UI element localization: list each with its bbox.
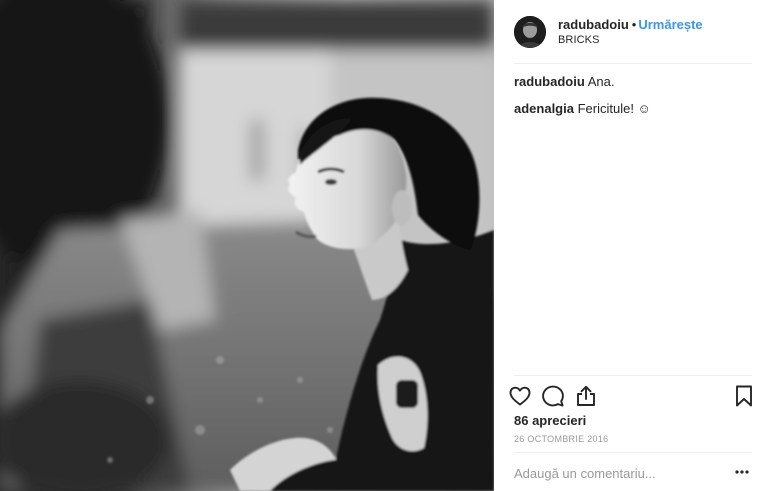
header-user-line: radubadoiu • Urmărește bbox=[558, 17, 703, 32]
save-button[interactable] bbox=[732, 384, 756, 408]
action-bar bbox=[508, 382, 756, 410]
username-link[interactable]: radubadoiu bbox=[558, 17, 629, 32]
post-side-panel: radubadoiu • Urmărește BRICKS radubadoiu A… bbox=[494, 0, 768, 491]
avatar[interactable] bbox=[514, 16, 546, 48]
comment-item: radubadoiu Ana. bbox=[514, 73, 752, 91]
like-button[interactable] bbox=[508, 384, 532, 408]
speech-bubble-icon bbox=[542, 385, 564, 407]
ellipsis-icon bbox=[735, 470, 749, 474]
comment-button[interactable] bbox=[541, 384, 565, 408]
location-link[interactable]: BRICKS bbox=[558, 34, 600, 46]
more-options-button[interactable] bbox=[734, 464, 750, 480]
comments-list: radubadoiu Ana. adenalgia Fericitule! ☺ bbox=[514, 73, 752, 127]
bw-portrait-photo bbox=[0, 0, 494, 491]
share-icon bbox=[577, 385, 595, 406]
post-date: 26 OCTOMBRIE 2016 bbox=[514, 434, 609, 444]
comment-item: adenalgia Fericitule! ☺ bbox=[514, 100, 752, 118]
instagram-post: radubadoiu • Urmărește BRICKS radubadoiu A… bbox=[0, 0, 768, 491]
actions-divider bbox=[514, 375, 752, 376]
bookmark-icon bbox=[736, 385, 752, 407]
comment-username[interactable]: adenalgia bbox=[514, 101, 574, 116]
heart-icon bbox=[509, 386, 531, 406]
comment-text: Ana. bbox=[587, 74, 615, 89]
comment-username[interactable]: radubadoiu bbox=[514, 74, 585, 89]
separator-dot: • bbox=[631, 17, 637, 32]
follow-button[interactable]: Urmărește bbox=[638, 17, 702, 32]
post-header: radubadoiu • Urmărește BRICKS bbox=[494, 0, 768, 64]
avatar-portrait-icon bbox=[514, 16, 546, 48]
share-button[interactable] bbox=[574, 384, 598, 408]
add-comment-input[interactable] bbox=[514, 460, 734, 486]
post-photo[interactable] bbox=[0, 0, 494, 491]
header-divider bbox=[514, 63, 752, 64]
comment-divider bbox=[514, 452, 752, 453]
comment-text: Fericitule! ☺ bbox=[577, 101, 651, 116]
likes-count[interactable]: 86 aprecieri bbox=[514, 413, 586, 428]
